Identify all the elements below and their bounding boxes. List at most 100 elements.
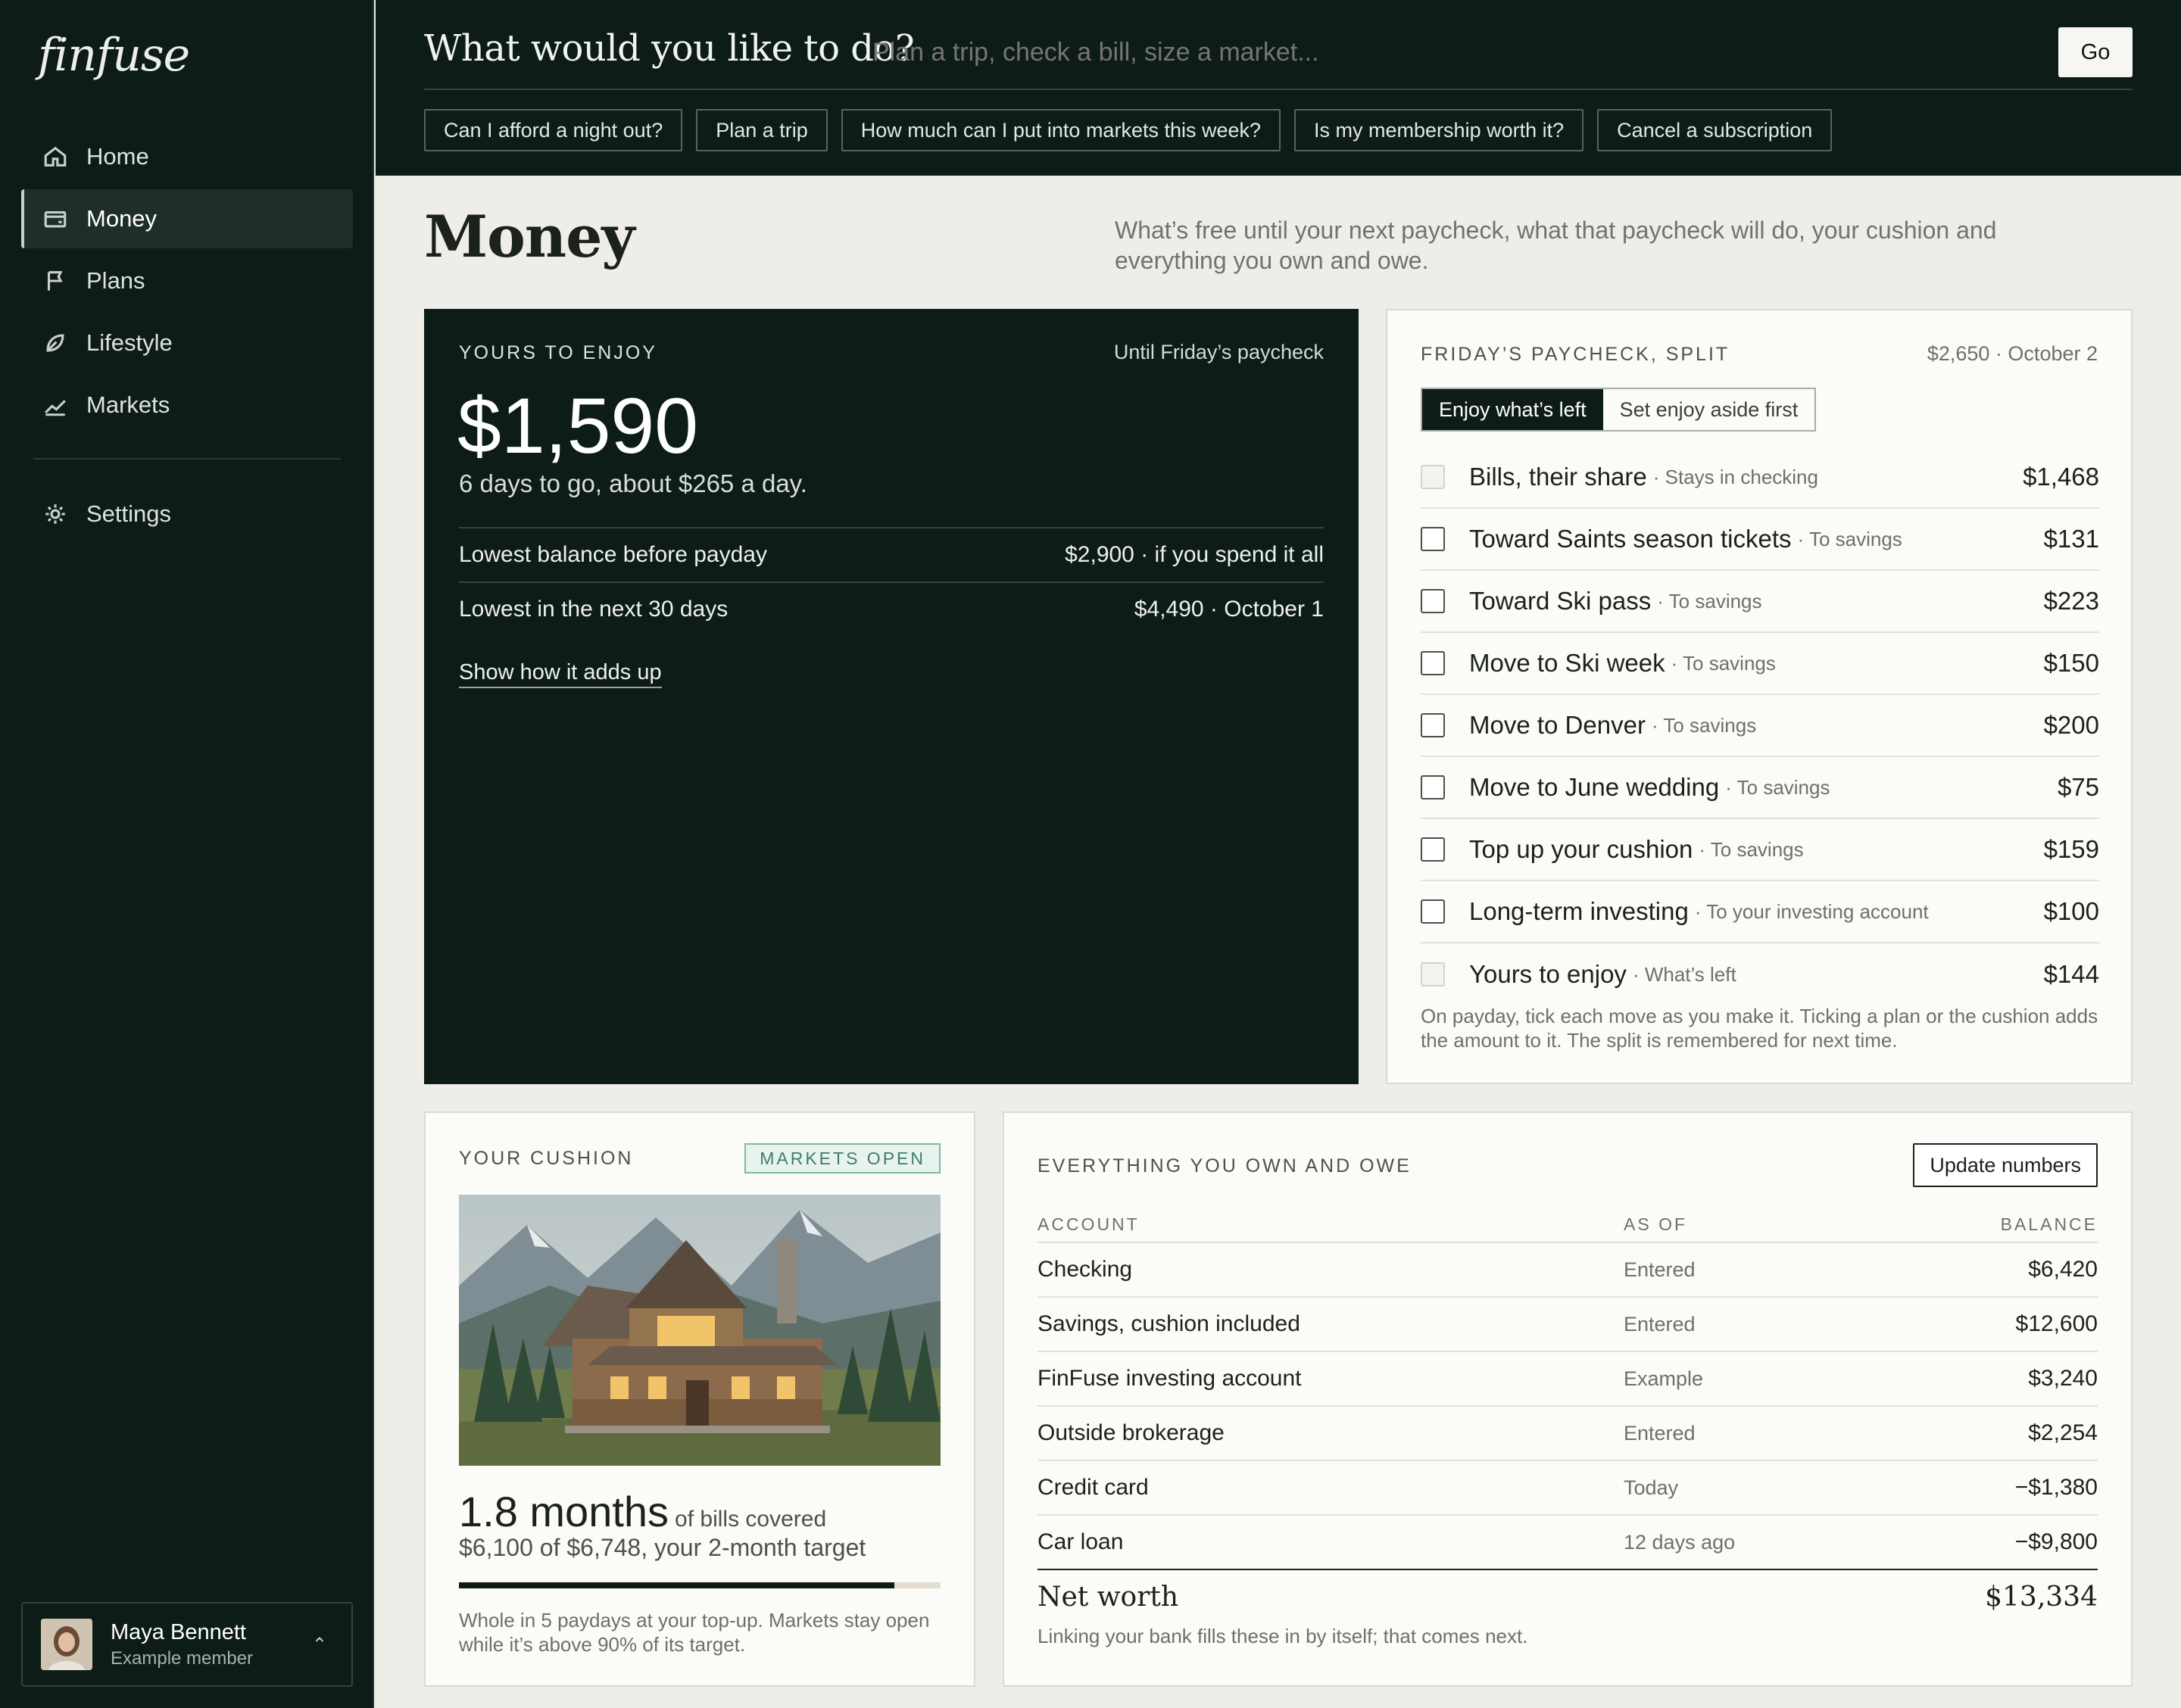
net-worth-value: $13,334 [1985, 1581, 2098, 1613]
paycheck-split-card: Friday’s paycheck, split $2,650 · Octobe… [1386, 309, 2133, 1084]
sidebar-item-lifestyle[interactable]: Lifestyle [21, 313, 353, 372]
chart-line-icon [42, 392, 68, 418]
nav-divider [33, 458, 341, 460]
sidebar-item-money[interactable]: Money [21, 189, 353, 248]
cushion-months: 1.8 months of bills covered [459, 1487, 826, 1536]
show-how-link[interactable]: Show how it adds up [459, 660, 662, 688]
toggle-set-enjoy-aside[interactable]: Set enjoy aside first [1603, 389, 1815, 430]
paycheck-note: On payday, tick each move as you make it… [1421, 1005, 2098, 1052]
sidebar-item-label: Markets [86, 391, 170, 418]
sidebar-item-plans[interactable]: Plans [21, 251, 353, 310]
sidebar: finfuse Home Money Plans Lifestyle Marke… [0, 0, 374, 1708]
suggestion-chip[interactable]: Plan a trip [696, 109, 828, 151]
split-label: Move to June wedding [1469, 773, 1720, 801]
table-row[interactable]: FinFuse investing account Example $3,240 [1037, 1352, 2098, 1407]
row-label: Lowest in the next 30 days [459, 597, 729, 622]
checkbox[interactable] [1421, 899, 1445, 924]
list-item: Toward Saints season tickets · To saving… [1421, 509, 2099, 571]
split-mode-toggle: Enjoy what’s left Set enjoy aside first [1421, 388, 1817, 432]
split-amount: $144 [2043, 960, 2099, 988]
lowest-balance-row: Lowest balance before payday $2,900 · if… [459, 527, 1324, 581]
leaf-icon [42, 330, 68, 356]
table-row[interactable]: Savings, cushion included Entered $12,60… [1037, 1298, 2098, 1352]
checkbox[interactable] [1421, 837, 1445, 862]
account-balance: −$9,800 [2014, 1529, 2098, 1554]
own-and-owe-card: Everything you own and owe Update number… [1003, 1111, 2133, 1687]
split-destination: · To savings [1699, 837, 1804, 861]
table-row[interactable]: Car loan 12 days ago −$9,800 [1037, 1516, 2098, 1570]
split-destination: · To savings [1651, 713, 1757, 737]
finfuse-logo[interactable]: finfuse [38, 29, 190, 82]
split-amount: $200 [2043, 711, 2099, 739]
months-value: 1.8 months [459, 1488, 669, 1535]
suggestion-chip[interactable]: Can I afford a night out? [424, 109, 683, 151]
column-header-as-of: AS OF [1624, 1214, 1688, 1234]
go-button[interactable]: Go [2058, 27, 2133, 77]
sidebar-item-label: Plans [86, 267, 145, 294]
table-row[interactable]: Outside brokerage Entered $2,254 [1037, 1407, 2098, 1461]
home-icon [42, 144, 68, 170]
split-destination: · To your investing account [1694, 899, 1929, 923]
suggestion-chip[interactable]: Is my membership worth it? [1294, 109, 1584, 151]
wallet-icon [42, 206, 68, 232]
sidebar-item-settings[interactable]: Settings [21, 485, 353, 544]
user-name: Maya Bennett [111, 1619, 246, 1644]
split-amount: $100 [2043, 897, 2099, 925]
split-amount: $131 [2043, 525, 2099, 553]
chevron-up-icon: ⌃ [311, 1635, 327, 1655]
account-name: Savings, cushion included [1037, 1311, 1300, 1336]
prompt-underline [424, 89, 2133, 90]
paycheck-meta: $2,650 · October 2 [1927, 342, 2098, 365]
user-menu[interactable]: Maya Bennett Example member ⌃ [21, 1602, 353, 1687]
networth-note: Linking your bank fills these in by itse… [1037, 1625, 1528, 1647]
sidebar-item-markets[interactable]: Markets [21, 376, 353, 435]
checkbox[interactable] [1421, 527, 1445, 551]
checkbox[interactable] [1421, 651, 1445, 675]
sidebar-item-home[interactable]: Home [21, 127, 353, 186]
split-destination: · To savings [1657, 589, 1762, 612]
update-numbers-button[interactable]: Update numbers [1913, 1143, 2098, 1187]
list-item: Move to Denver · To savings $200 [1421, 695, 2099, 757]
account-as-of: Today [1624, 1476, 1679, 1499]
split-label: Toward Saints season tickets [1469, 525, 1792, 553]
table-header: ACCOUNT AS OF BALANCE [1037, 1207, 2098, 1243]
account-name: FinFuse investing account [1037, 1366, 1302, 1391]
progress-fill [459, 1582, 894, 1588]
enjoy-amount: $1,590 [457, 382, 699, 470]
split-destination: · What’s left [1632, 962, 1736, 986]
checkbox[interactable] [1421, 589, 1445, 613]
lowest-30-days-row: Lowest in the next 30 days $4,490 · Octo… [459, 581, 1324, 636]
table-row[interactable]: Credit card Today −$1,380 [1037, 1461, 2098, 1516]
primary-nav: Home Money Plans Lifestyle Markets [21, 127, 353, 438]
card-eyebrow: Your cushion [459, 1148, 634, 1169]
avatar [41, 1619, 92, 1670]
account-balance: $3,240 [2028, 1366, 2098, 1391]
split-label: Move to Ski week [1469, 649, 1665, 677]
cushion-card: Your cushion MARKETS OPEN [424, 1111, 975, 1687]
split-destination: · To savings [1725, 775, 1830, 799]
card-eyebrow: Friday’s paycheck, split [1421, 344, 1730, 365]
account-as-of: Example [1624, 1367, 1704, 1390]
account-as-of: Entered [1624, 1312, 1696, 1336]
split-label: Top up your cushion [1469, 835, 1693, 863]
suggestion-chip[interactable]: Cancel a subscription [1597, 109, 1833, 151]
flag-icon [42, 268, 68, 294]
card-eyebrow: Yours to enjoy [459, 342, 657, 363]
list-item: Bills, their share · Stays in checking $… [1421, 447, 2099, 509]
suggestion-chip[interactable]: How much can I put into markets this wee… [841, 109, 1281, 151]
split-amount: $75 [2057, 773, 2099, 801]
split-label: Long-term investing [1469, 897, 1689, 925]
account-balance: $12,600 [2015, 1311, 2098, 1336]
split-list: Bills, their share · Stays in checking $… [1421, 447, 2099, 1005]
toggle-enjoy-whats-left[interactable]: Enjoy what’s left [1422, 389, 1603, 430]
split-destination: · To savings [1797, 527, 1902, 550]
prompt-input[interactable] [872, 38, 2008, 67]
column-header-balance: BALANCE [2000, 1214, 2098, 1234]
sidebar-item-label: Lifestyle [86, 329, 173, 356]
table-row[interactable]: Checking Entered $6,420 [1037, 1243, 2098, 1298]
checkbox[interactable] [1421, 713, 1445, 737]
checkbox[interactable] [1421, 775, 1445, 799]
user-info: Maya Bennett Example member [111, 1620, 253, 1669]
account-name: Checking [1037, 1257, 1133, 1282]
split-amount: $159 [2043, 835, 2099, 863]
